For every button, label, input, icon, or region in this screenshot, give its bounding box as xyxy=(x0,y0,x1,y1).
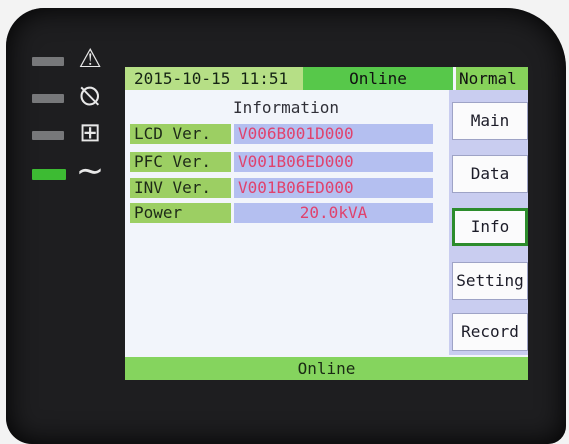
battery-led xyxy=(32,131,64,140)
panel-title: Information xyxy=(233,98,339,117)
pfc-version-value: V001B06ED000 xyxy=(234,152,433,172)
lcd-version-value: V006B001D000 xyxy=(234,124,433,144)
status-bar: 2015-10-15 11:51 Online Normal xyxy=(125,67,528,90)
warning-triangle-icon: ⚠ xyxy=(78,44,102,74)
sine-wave-icon: ∼ xyxy=(75,151,105,191)
status-text: Online xyxy=(303,67,453,90)
footer-status: Online xyxy=(125,357,528,380)
menu-info-button[interactable]: Info xyxy=(452,208,528,246)
mode-badge: Normal xyxy=(456,67,528,90)
lcd-version-label: LCD Ver. xyxy=(130,124,231,144)
menu-setting-button[interactable]: Setting xyxy=(452,262,528,300)
power-value: 20.0kVA xyxy=(234,203,433,223)
menu-data-button[interactable]: Data xyxy=(452,155,528,193)
fault-led xyxy=(32,57,64,66)
bypass-icon: ⦰ xyxy=(79,82,101,112)
inv-version-label: INV Ver. xyxy=(130,178,231,198)
inverter-led xyxy=(32,169,66,180)
menu-record-button[interactable]: Record xyxy=(452,313,528,351)
menu-main-button[interactable]: Main xyxy=(452,102,528,140)
lcd-screen: 2015-10-15 11:51 Online Normal Informati… xyxy=(125,67,528,380)
bypass-led xyxy=(32,94,64,103)
datetime-display: 2015-10-15 11:51 xyxy=(125,67,303,90)
pfc-version-label: PFC Ver. xyxy=(130,152,231,172)
inv-version-value: V001B06ED000 xyxy=(234,178,433,198)
battery-icon: ⊞ xyxy=(79,118,101,148)
power-label: Power xyxy=(130,203,231,223)
